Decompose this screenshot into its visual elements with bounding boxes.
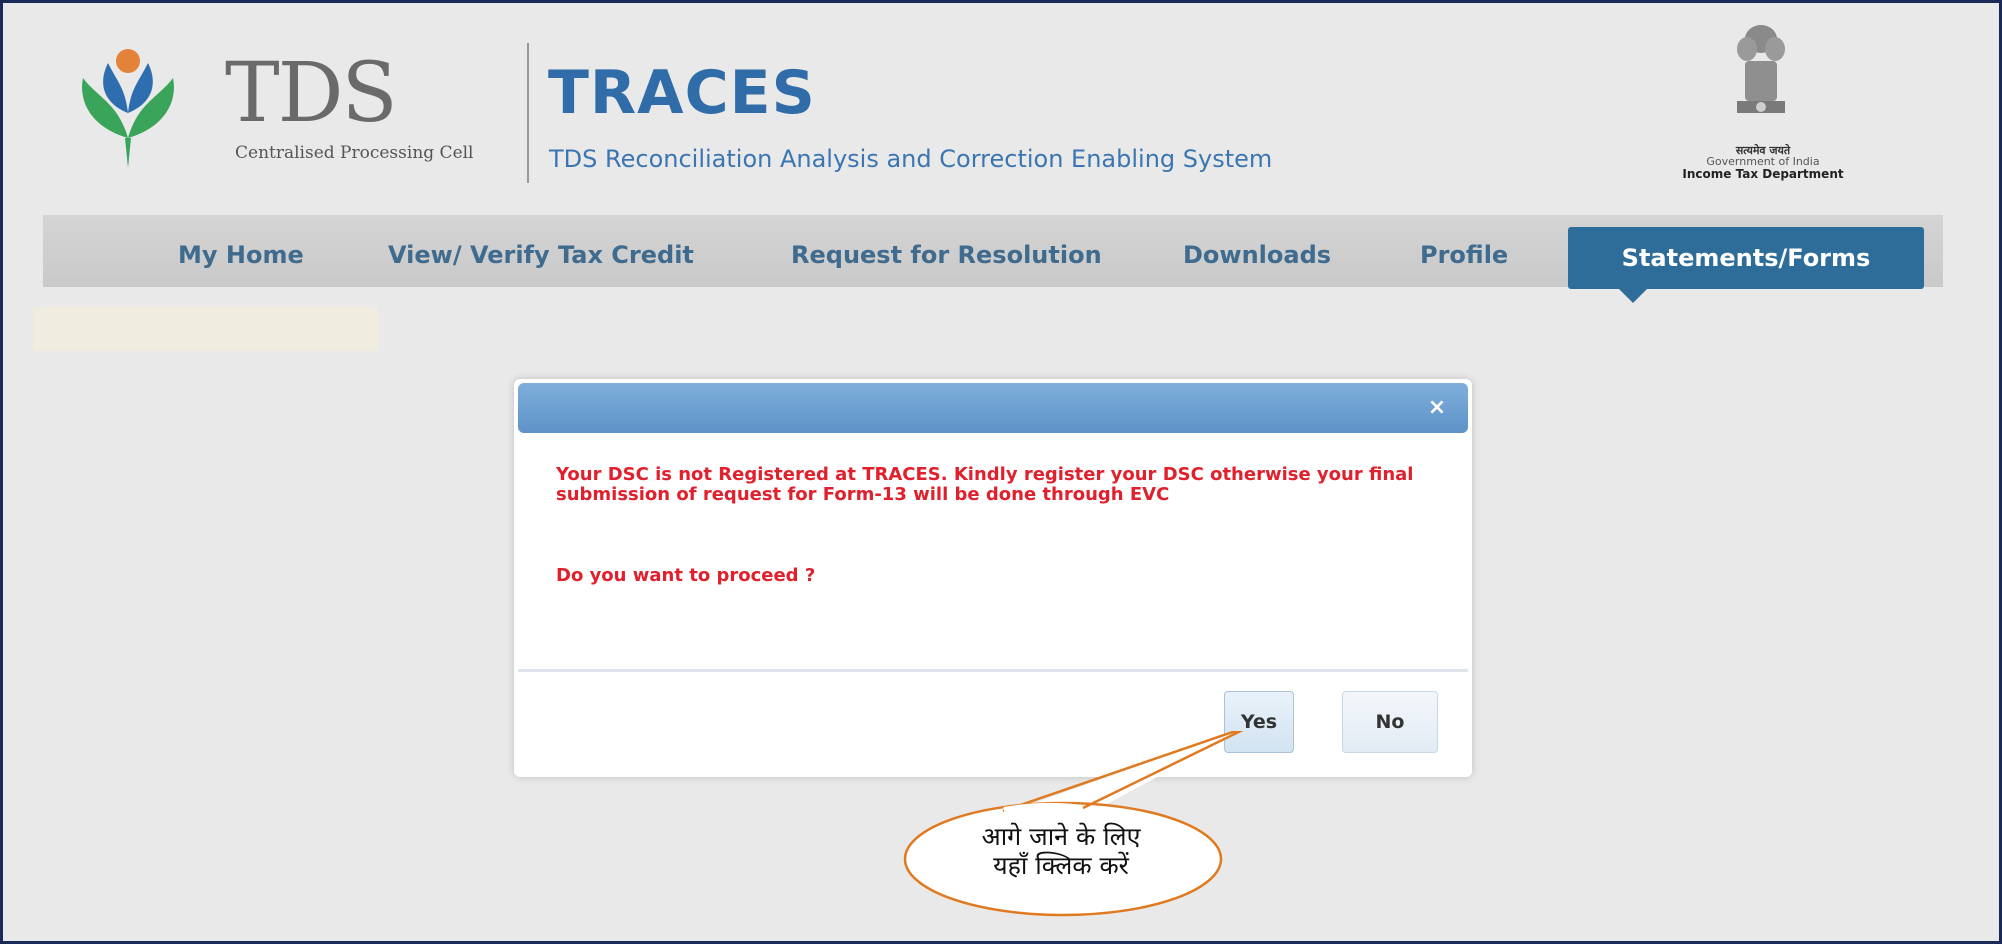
no-button[interactable]: No <box>1342 691 1438 753</box>
nav-request-for-resolution[interactable]: Request for Resolution <box>791 215 1102 287</box>
nav-statements-forms[interactable]: Statements/Forms <box>1568 227 1924 289</box>
callout-text: आगे जाने के लिए यहाँ क्लिक करें <box>918 822 1204 880</box>
national-emblem-icon <box>1737 25 1785 113</box>
logo-caption: Centralised Processing Cell <box>235 143 474 163</box>
active-tab-pointer <box>1619 289 1647 303</box>
main-nav: My Home View/ Verify Tax Credit Request … <box>43 215 1943 303</box>
header-divider <box>527 43 529 183</box>
screen-frame: TDS Centralised Processing Cell TRACES T… <box>0 0 2002 944</box>
site-header: TDS Centralised Processing Cell TRACES T… <box>3 3 1999 213</box>
notice-strip <box>33 307 378 351</box>
callout-line-2: यहाँ क्लिक करें <box>993 851 1129 880</box>
callout-line-1: आगे जाने के लिए <box>981 822 1141 851</box>
app-subtitle: TDS Reconciliation Analysis and Correcti… <box>549 145 1273 173</box>
tds-wordmark: TDS <box>225 46 398 141</box>
tds-logo-icon <box>82 49 174 168</box>
app-title: TRACES <box>548 58 816 128</box>
nav-my-home[interactable]: My Home <box>178 215 304 287</box>
nav-view-verify-tax-credit[interactable]: View/ Verify Tax Credit <box>388 215 694 287</box>
close-icon[interactable]: × <box>1424 395 1450 421</box>
dialog-message: Your DSC is not Registered at TRACES. Ki… <box>556 464 1414 505</box>
nav-downloads[interactable]: Downloads <box>1183 215 1331 287</box>
dialog-question: Do you want to proceed ? <box>556 565 816 586</box>
department-label: Income Tax Department <box>1682 167 1844 181</box>
confirm-dialog: × Your DSC is not Registered at TRACES. … <box>514 379 1472 777</box>
dialog-footer-divider <box>518 669 1468 672</box>
nav-profile[interactable]: Profile <box>1420 215 1508 287</box>
dialog-titlebar: × <box>518 383 1468 433</box>
